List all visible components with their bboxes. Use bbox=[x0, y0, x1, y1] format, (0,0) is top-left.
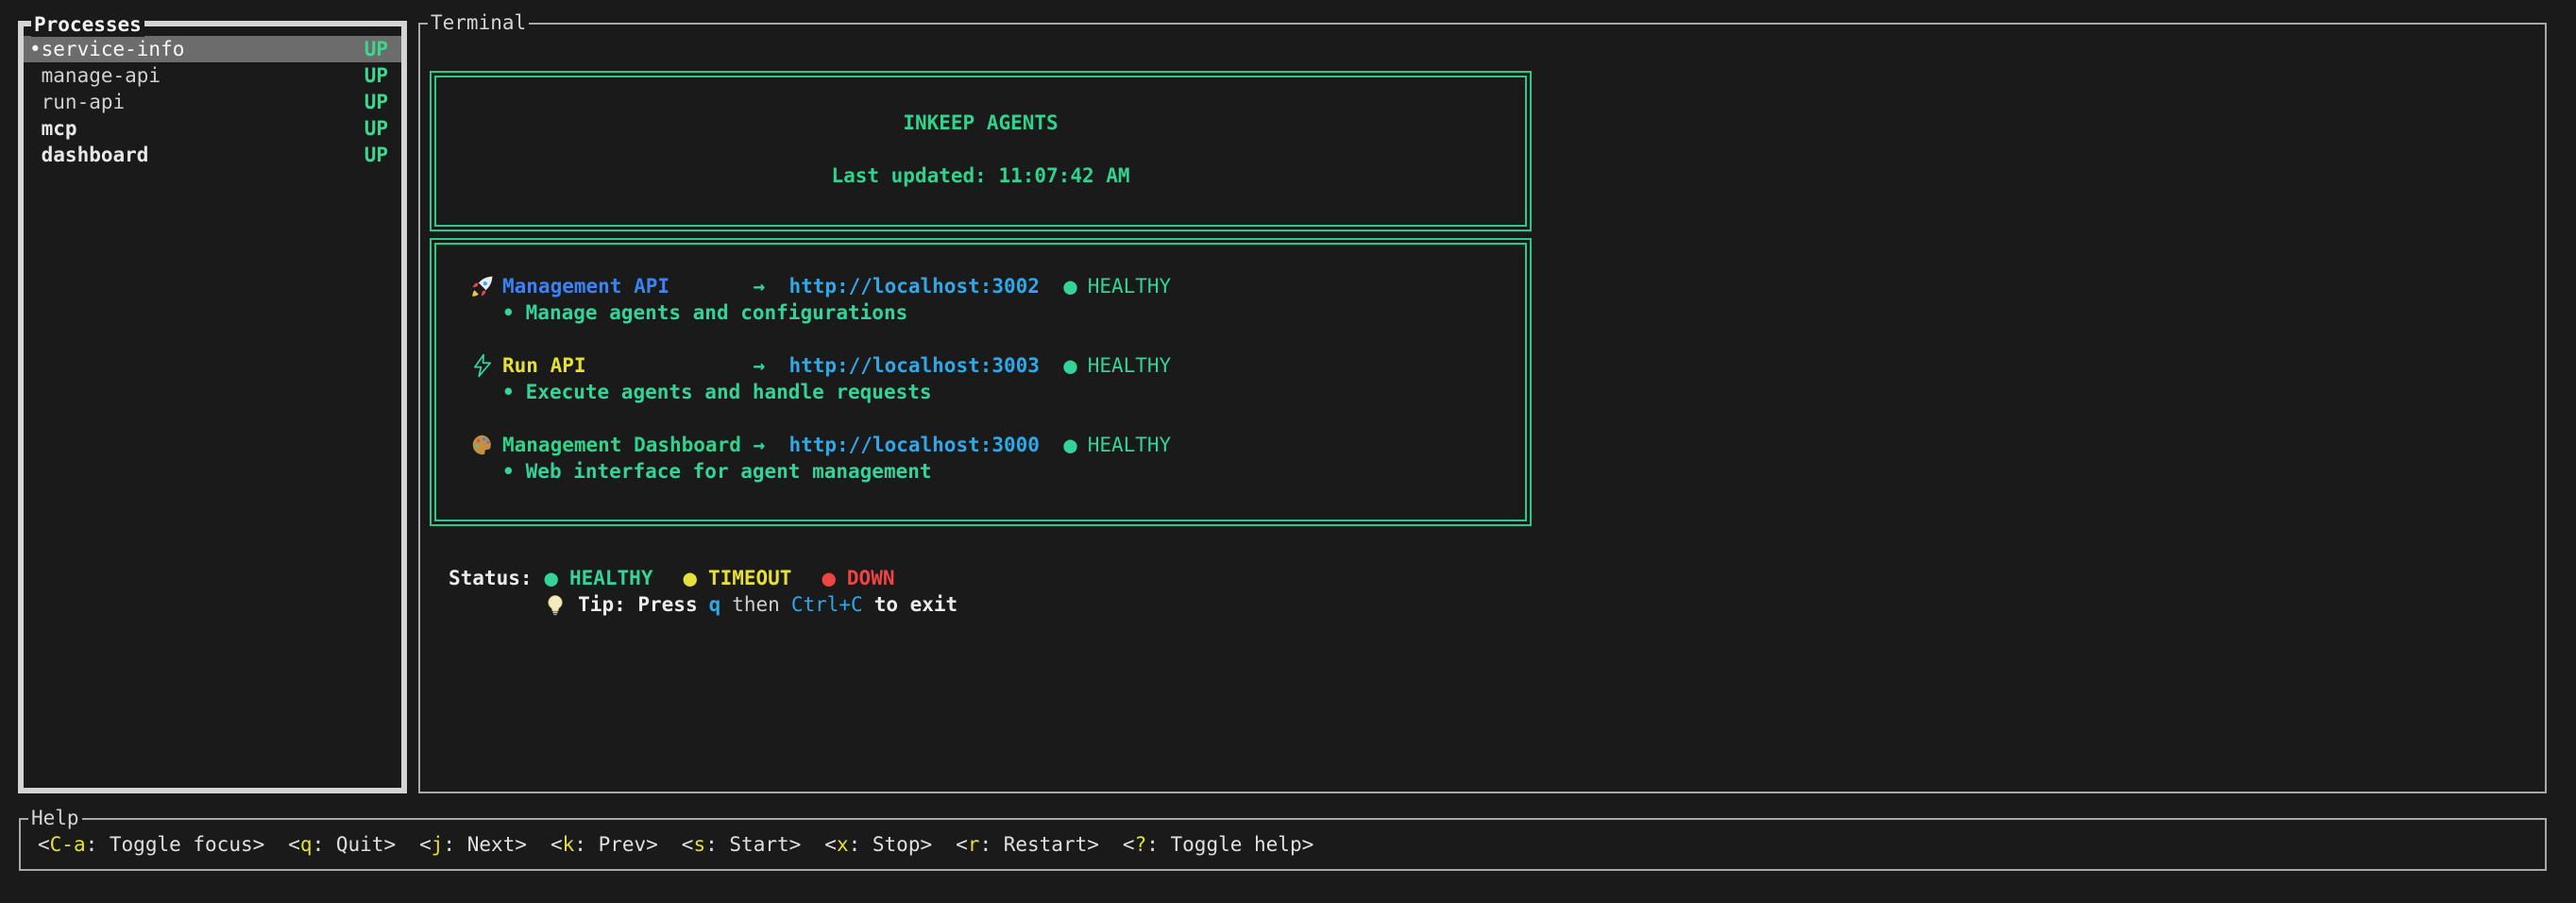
status-dot-icon: ● bbox=[1063, 432, 1076, 458]
service-url: http://localhost:3000 bbox=[788, 432, 1040, 458]
status-dot-icon: ● bbox=[1063, 273, 1076, 299]
app-canvas: Processes • service-info UP manage-api U… bbox=[0, 0, 2576, 903]
legend-item-down: ●DOWN bbox=[822, 565, 894, 591]
terminal-panel-title: Terminal bbox=[428, 10, 529, 35]
help-panel-title: Help bbox=[28, 806, 82, 830]
service-name: Run API bbox=[502, 352, 754, 379]
service-url: http://localhost:3002 bbox=[788, 273, 1040, 299]
help-key: s bbox=[693, 833, 705, 856]
process-status-badge: UP bbox=[364, 115, 388, 142]
tip-middle: then bbox=[732, 591, 780, 618]
service-name: Management API bbox=[502, 273, 754, 299]
status-dot-icon: ● bbox=[683, 565, 696, 591]
help-key: ? bbox=[1135, 833, 1147, 856]
process-name: dashboard bbox=[42, 142, 364, 168]
process-row-run-api[interactable]: run-api UP bbox=[24, 89, 401, 115]
service-status: ●HEALTHY bbox=[1063, 273, 1171, 299]
help-item-start: <s: Start> bbox=[682, 831, 801, 858]
services-box: Management API → http://localhost:3002 ●… bbox=[430, 238, 1532, 526]
banner-title: INKEEP AGENTS bbox=[436, 110, 1525, 136]
lightning-icon bbox=[470, 353, 502, 378]
help-item-toggle-help: <?: Toggle help> bbox=[1123, 831, 1313, 858]
arrow-icon: → bbox=[754, 432, 766, 458]
help-item-toggle-focus: <C-a: Toggle focus> bbox=[38, 831, 264, 858]
bulb-icon bbox=[449, 565, 567, 644]
status-legend: Status: ●HEALTHY ●TIMEOUT ●DOWN bbox=[449, 565, 2545, 591]
arrow-icon: → bbox=[754, 352, 766, 379]
process-name: manage-api bbox=[42, 62, 364, 89]
banner-box: INKEEP AGENTS Last updated: 11:07:42 AM bbox=[430, 71, 1532, 231]
help-item-stop: <x: Stop> bbox=[824, 831, 932, 858]
process-status-badge: UP bbox=[364, 36, 388, 62]
service-line-run-api: Run API → http://localhost:3003 ●HEALTHY bbox=[470, 352, 1516, 379]
service-name: Management Dashboard bbox=[502, 432, 754, 458]
service-url: http://localhost:3003 bbox=[788, 352, 1040, 379]
tip-prefix: Tip: Press bbox=[578, 591, 697, 618]
process-row-mcp[interactable]: mcp UP bbox=[24, 115, 401, 142]
service-status: ●HEALTHY bbox=[1063, 352, 1171, 379]
process-row-manage-api[interactable]: manage-api UP bbox=[24, 62, 401, 89]
process-name: run-api bbox=[42, 89, 364, 115]
tip-combo-ctrl-c: Ctrl+C bbox=[791, 591, 863, 618]
service-status: ●HEALTHY bbox=[1063, 432, 1171, 458]
bullet-icon: • bbox=[502, 299, 515, 326]
process-name: mcp bbox=[42, 115, 364, 142]
help-panel: Help <C-a: Toggle focus> <q: Quit> <j: N… bbox=[19, 818, 2547, 871]
tip-suffix: to exit bbox=[874, 591, 958, 618]
help-key: C-a bbox=[50, 833, 86, 856]
status-dot-icon: ● bbox=[822, 565, 835, 591]
help-key: r bbox=[968, 833, 980, 856]
service-description: • Execute agents and handle requests bbox=[502, 379, 1516, 405]
tip-line: Tip: Press q then Ctrl+C to exit bbox=[449, 591, 2545, 618]
last-updated-text: Last updated: 11:07:42 AM bbox=[436, 162, 1525, 189]
help-item-restart: <r: Restart> bbox=[956, 831, 1099, 858]
help-key: j bbox=[432, 833, 444, 856]
tip-key-q: q bbox=[709, 591, 721, 618]
processes-panel: Processes • service-info UP manage-api U… bbox=[18, 21, 407, 793]
terminal-panel[interactable]: Terminal INKEEP AGENTS Last updated: 11:… bbox=[418, 23, 2547, 793]
help-key: q bbox=[300, 833, 313, 856]
service-description: • Web interface for agent management bbox=[502, 458, 1516, 485]
help-item-prev: <k: Prev> bbox=[551, 831, 658, 858]
arrow-icon: → bbox=[754, 273, 766, 299]
process-row-dashboard[interactable]: dashboard UP bbox=[24, 142, 401, 168]
service-line-management-dashboard: Management Dashboard → http://localhost:… bbox=[470, 432, 1516, 458]
bullet-icon: • bbox=[502, 458, 515, 485]
process-status-badge: UP bbox=[364, 62, 388, 89]
help-item-quit: <q: Quit> bbox=[288, 831, 396, 858]
service-line-management-api: Management API → http://localhost:3002 ●… bbox=[470, 273, 1516, 299]
help-key: x bbox=[837, 833, 849, 856]
process-status-badge: UP bbox=[364, 89, 388, 115]
processes-panel-title: Processes bbox=[31, 12, 144, 37]
service-description: • Manage agents and configurations bbox=[502, 299, 1516, 326]
bullet-icon: • bbox=[502, 379, 515, 405]
help-key: k bbox=[563, 833, 575, 856]
process-name: service-info bbox=[42, 36, 364, 62]
process-row-service-info[interactable]: • service-info UP bbox=[24, 36, 401, 62]
process-status-badge: UP bbox=[364, 142, 388, 168]
help-item-next: <j: Next> bbox=[419, 831, 527, 858]
legend-item-timeout: ●TIMEOUT bbox=[683, 565, 791, 591]
status-dot-icon: ● bbox=[1063, 352, 1076, 379]
process-list: • service-info UP manage-api UP run-api … bbox=[24, 26, 401, 168]
rocket-icon bbox=[470, 274, 502, 298]
selected-marker: • bbox=[29, 36, 42, 62]
palette-icon bbox=[470, 433, 502, 457]
